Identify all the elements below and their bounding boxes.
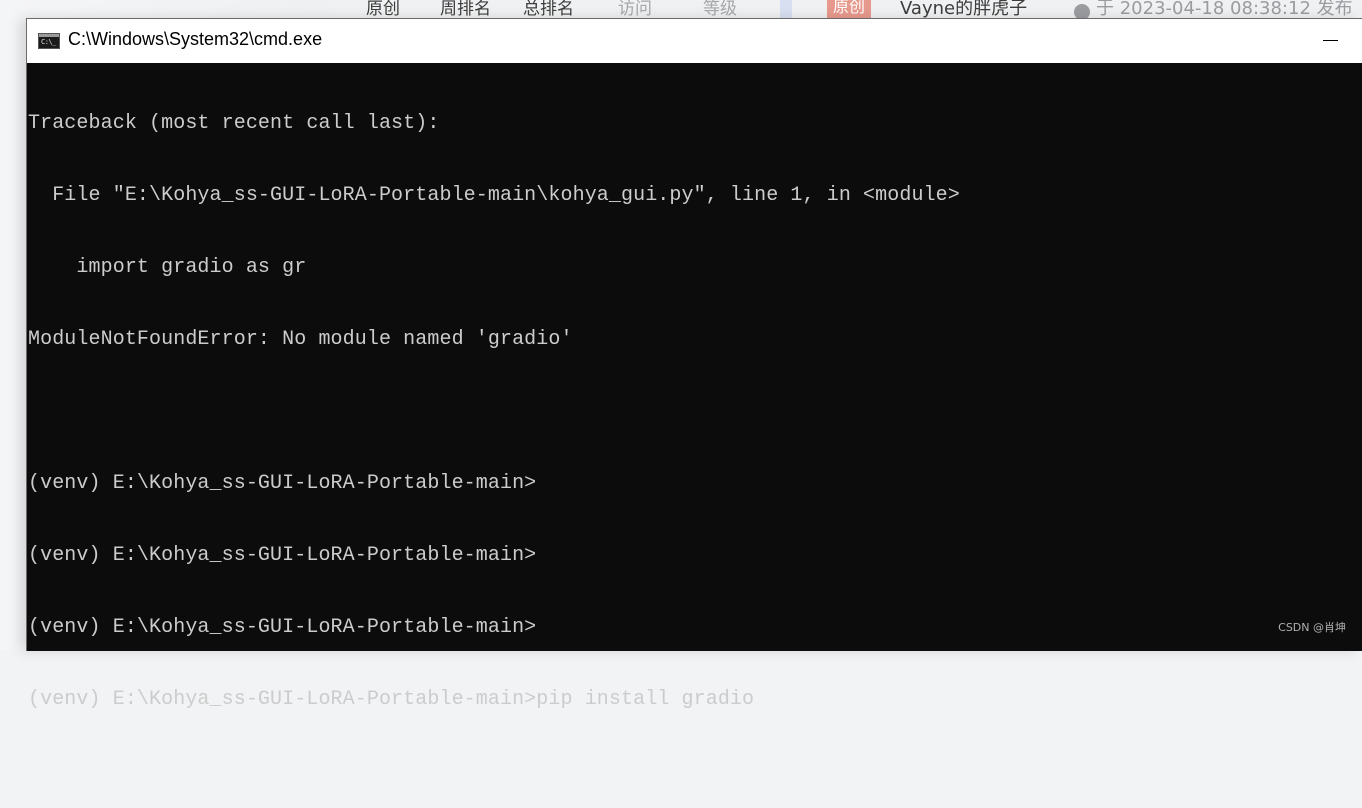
console-line: ModuleNotFoundError: No module named 'gr… bbox=[28, 328, 573, 351]
stat-level: 等级 bbox=[703, 0, 737, 19]
stat-total-rank: 总排名 bbox=[523, 0, 574, 19]
cmd-window[interactable]: C:\_ C:\Windows\System32\cmd.exe Traceba… bbox=[26, 18, 1362, 711]
cmd-icon[interactable]: C:\_ bbox=[38, 33, 60, 49]
background-article-header: 原创 周排名 总排名 访问 等级 原创 Vayne的胖虎子 于 2023-04-… bbox=[330, 0, 1362, 20]
text-cursor bbox=[755, 702, 767, 706]
current-command[interactable]: pip install gradio bbox=[536, 688, 754, 711]
minimize-button[interactable] bbox=[1301, 19, 1362, 63]
console-output[interactable]: Traceback (most recent call last): File … bbox=[28, 64, 1362, 711]
console-line: File "E:\Kohya_ss-GUI-LoRA-Portable-main… bbox=[28, 184, 960, 207]
prompt: (venv) E:\Kohya_ss-GUI-LoRA-Portable-mai… bbox=[28, 688, 537, 711]
console-line: (venv) E:\Kohya_ss-GUI-LoRA-Portable-mai… bbox=[28, 472, 537, 495]
stat-original: 原创 bbox=[366, 0, 400, 19]
stat-weekly-rank: 周排名 bbox=[440, 0, 491, 19]
watermark: CSDN @肖坤 bbox=[1278, 621, 1346, 634]
console-line: Traceback (most recent call last): bbox=[28, 112, 440, 135]
console-line: (venv) E:\Kohya_ss-GUI-LoRA-Portable-mai… bbox=[28, 616, 537, 639]
titlebar[interactable]: C:\_ C:\Windows\System32\cmd.exe bbox=[27, 19, 1362, 63]
stat-visits: 访问 bbox=[618, 0, 652, 19]
console-line: import gradio as gr bbox=[28, 256, 307, 279]
publish-date: 于 2023-04-18 08:38:12 发布 bbox=[1096, 0, 1353, 19]
window-title: C:\Windows\System32\cmd.exe bbox=[68, 29, 323, 49]
author-link[interactable]: Vayne的胖虎子 bbox=[900, 0, 1027, 20]
console-line: (venv) E:\Kohya_ss-GUI-LoRA-Portable-mai… bbox=[28, 544, 537, 567]
divider bbox=[780, 0, 792, 20]
command-input-line[interactable]: (venv) E:\Kohya_ss-GUI-LoRA-Portable-mai… bbox=[28, 688, 1362, 712]
minimize-icon bbox=[1323, 40, 1338, 41]
original-badge: 原创 bbox=[827, 0, 872, 20]
